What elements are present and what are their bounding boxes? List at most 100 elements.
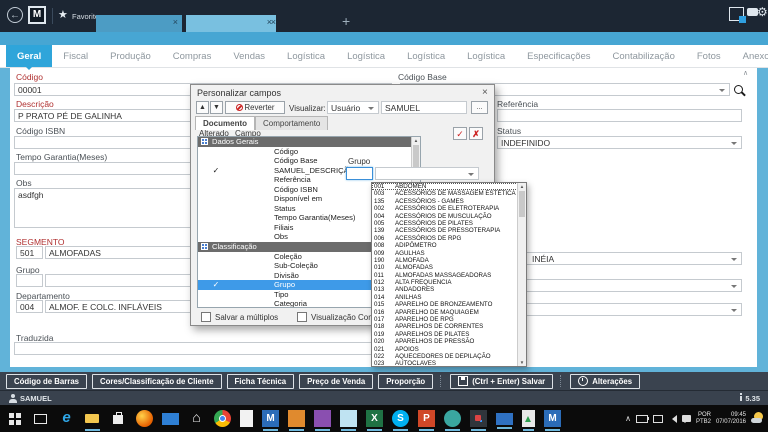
grupo-side-dropdown[interactable] — [375, 167, 479, 180]
grupo-option[interactable]: 017 APARELHO DE RPG — [372, 316, 518, 323]
main-tab[interactable]: Logística — [456, 45, 516, 67]
main-tab[interactable]: Contabilização — [602, 45, 686, 67]
grupo-option[interactable]: 018 APARELHOS DE CORRENTES — [372, 323, 518, 330]
notification-icon[interactable] — [682, 415, 691, 422]
tray-chevron-icon[interactable]: ∧ — [625, 414, 631, 423]
taskbar-app-icon[interactable] — [162, 413, 179, 425]
taskbar-app-icon[interactable] — [522, 410, 535, 427]
export-icon[interactable] — [729, 7, 744, 21]
main-tab[interactable]: Fotos — [686, 45, 732, 67]
taskbar-app-icon[interactable]: P — [418, 410, 435, 427]
segmento-right-dropdown[interactable]: INÉIA — [497, 252, 742, 265]
grupo-option[interactable]: 019 APARELHOS DE PILATES — [372, 331, 518, 338]
display-icon[interactable] — [653, 415, 663, 423]
departamento-code-input[interactable]: 004 — [16, 300, 43, 313]
tab-comportamento[interactable]: Comportamento — [255, 116, 328, 130]
main-tab[interactable]: Logística — [396, 45, 456, 67]
grupo-option[interactable]: 005 ACESSÓRIOS DE PILATES — [372, 220, 518, 227]
taskbar-app-icon[interactable] — [136, 410, 153, 427]
taskbar-app-icon[interactable] — [314, 410, 331, 427]
grupo-options-popup[interactable]: 001 ABDOMEN 003 ACESSORIOS DE MASSAGEM E… — [371, 182, 527, 367]
grupo-option[interactable]: 135 ACESSÓRIOS - GAMES — [372, 198, 518, 205]
grupo-option[interactable]: 013 ANDADORES — [372, 286, 518, 293]
preco-de-venda-button[interactable]: Preço de Venda — [299, 374, 373, 389]
taskbar-app-icon[interactable] — [470, 410, 487, 427]
grupo-option[interactable]: 016 APARELHO DE MAQUIAGEM — [372, 309, 518, 316]
grupo-option[interactable]: 004 ACESSÓRIOS DE MUSCULAÇÃO — [372, 213, 518, 220]
grupo-code-input[interactable] — [16, 274, 43, 287]
taskbar-app-icon[interactable]: S — [392, 410, 409, 427]
confirm-button[interactable]: ✓ — [453, 127, 467, 140]
language-indicator[interactable]: PORPTB2 — [696, 412, 711, 426]
grupo-option[interactable]: 020 APARELHOS DE PRESSÃO — [372, 338, 518, 345]
referencia-input[interactable] — [497, 109, 742, 122]
grupo-option[interactable]: 011 ALMOFADAS MASSAGEADORAS — [372, 272, 518, 279]
taskbar-app-icon[interactable]: e — [58, 410, 75, 427]
taskbar-app-icon[interactable] — [32, 410, 49, 427]
grupo-option[interactable]: 023 AUTOCLAVES — [372, 360, 518, 367]
salvar-multiplos-checkbox[interactable]: Salvar a múltiplos — [201, 312, 278, 322]
search-icon[interactable] — [734, 85, 743, 94]
alteracoes-button[interactable]: Alterações — [570, 374, 640, 389]
popup-scrollbar[interactable]: ▲ ▼ — [517, 183, 526, 366]
grupo-right-dropdown[interactable] — [497, 279, 742, 292]
grupo-option[interactable]: 021 APOIOS — [372, 346, 518, 353]
dialog-field-row[interactable]: Código Base — [198, 156, 412, 166]
grupo-option[interactable]: 001 ABDOMEN — [372, 183, 518, 190]
grupo-option[interactable]: 008 ADIPÔMETRO — [372, 242, 518, 249]
grupo-option[interactable]: 012 ALTA FREQUENCIA — [372, 279, 518, 286]
taskbar-app-icon[interactable] — [340, 410, 357, 427]
dialog-field-row[interactable]: Dados Gerais — [198, 137, 412, 147]
codigo-de-barras-button[interactable]: Código de Barras — [6, 374, 87, 389]
close-icon[interactable]: × — [173, 17, 178, 27]
departamento-right-dropdown[interactable] — [497, 303, 742, 316]
browse-button[interactable]: ... — [471, 101, 488, 114]
back-icon[interactable]: ← — [7, 7, 23, 23]
revert-button[interactable]: Reverter — [225, 101, 285, 114]
main-tab[interactable]: Vendas — [222, 45, 276, 67]
scroll-up-icon[interactable]: ∧ — [743, 69, 748, 77]
taskbar-app-icon[interactable] — [84, 410, 101, 427]
main-tab[interactable]: Compras — [162, 45, 223, 67]
close-icon[interactable]: × — [271, 17, 276, 27]
document-tab[interactable]: × — [186, 15, 276, 32]
grupo-option[interactable]: 006 ACESSÓRIOS DE RPG — [372, 235, 518, 242]
document-tab[interactable]: × — [96, 15, 182, 32]
speaker-icon[interactable] — [668, 415, 677, 423]
taskbar-app-icon[interactable]: M — [262, 410, 279, 427]
scrollbar-up-icon[interactable]: ▲ — [518, 183, 526, 190]
visualizar-dropdown[interactable]: Usuário — [327, 101, 379, 114]
taskbar-app-icon[interactable] — [444, 410, 461, 427]
grupo-option[interactable]: 139 ACESSÓRIOS DE PRESSOTERAPIA — [372, 227, 518, 234]
main-tab[interactable]: Anexos — [732, 45, 768, 67]
main-tab[interactable]: Especificações — [516, 45, 601, 67]
grupo-option[interactable]: 009 AGULHAS — [372, 250, 518, 257]
scrollbar-thumb[interactable] — [519, 191, 525, 217]
taskbar-app-icon[interactable] — [214, 410, 231, 427]
grupo-option[interactable]: 190 ALMOFADA — [372, 257, 518, 264]
battery-icon[interactable] — [636, 415, 648, 423]
taskbar-app-icon[interactable]: ⌂ — [188, 410, 205, 427]
tab-documento[interactable]: Documento — [195, 116, 255, 130]
move-up-button[interactable]: ▲ — [196, 101, 209, 114]
taskbar-app-icon[interactable] — [110, 410, 127, 427]
taskbar-app-icon[interactable] — [496, 413, 513, 425]
favorites-star-icon[interactable]: ★ — [58, 8, 68, 21]
cancel-button[interactable]: ✗ — [469, 127, 483, 140]
main-tab[interactable]: Logística — [336, 45, 396, 67]
taskbar-app-icon[interactable] — [240, 410, 253, 427]
ficha-tecnica-button[interactable]: Ficha Técnica — [227, 374, 295, 389]
grupo-option[interactable]: 010 ALMOFADAS — [372, 264, 518, 271]
new-tab-icon[interactable]: + — [342, 13, 350, 29]
user-input[interactable]: SAMUEL — [381, 101, 467, 114]
gear-icon[interactable]: ⚙ — [757, 5, 768, 19]
checkbox-icon[interactable] — [297, 312, 307, 322]
proporcao-button[interactable]: Proporção — [378, 374, 433, 389]
grupo-option[interactable]: 014 ANILHAS — [372, 294, 518, 301]
grupo-option[interactable]: 003 ACESSORIOS DE MASSAGEM ESTÉTICA — [372, 190, 518, 197]
salvar-button[interactable]: (Ctrl + Enter) Salvar — [450, 374, 553, 389]
taskbar-app-icon[interactable] — [288, 410, 305, 427]
cores-classificacao-button[interactable]: Cores/Classificação de Cliente — [92, 374, 222, 389]
checkbox-icon[interactable] — [201, 312, 211, 322]
taskbar-app-icon[interactable] — [6, 410, 23, 427]
